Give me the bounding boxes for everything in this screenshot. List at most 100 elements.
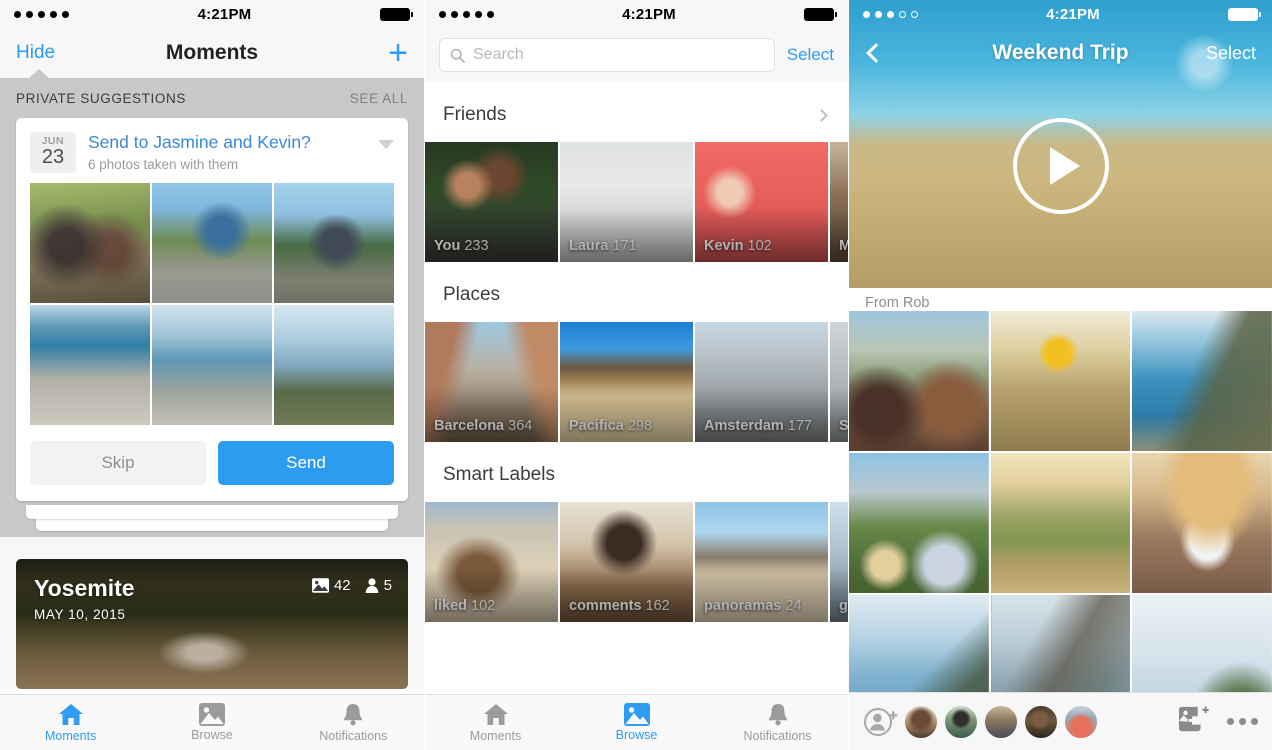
photo-thumb[interactable] <box>274 305 394 425</box>
label-count: 102 <box>471 598 496 614</box>
friends-strip[interactable]: You233 Laura171 Kevin102 Mo <box>425 142 848 262</box>
place-tile[interactable]: Sa <box>830 322 848 442</box>
hide-button[interactable]: Hide <box>16 42 55 64</box>
section-header-friends[interactable]: Friends <box>425 82 848 142</box>
place-tile[interactable]: Barcelona 364 <box>425 322 558 442</box>
label-tile[interactable]: gr <box>830 502 848 622</box>
photo-count-value: 42 <box>333 577 351 594</box>
friend-count: 102 <box>747 238 772 254</box>
place-caption: Pacifica 298 <box>569 418 652 434</box>
band-header: PRIVATE SUGGESTIONS SEE ALL <box>16 78 408 118</box>
label-tile[interactable]: comments 162 <box>560 502 693 622</box>
avatar[interactable] <box>983 703 1019 740</box>
signal-dots-icon <box>14 10 69 18</box>
chevron-right-icon[interactable] <box>815 108 828 122</box>
tab-moments[interactable]: Moments <box>0 695 141 750</box>
album-photo-count: 42 <box>311 577 351 594</box>
add-photo-icon[interactable] <box>1179 706 1209 737</box>
tab-label: Moments <box>469 728 522 743</box>
section-header-smart-labels[interactable]: Smart Labels <box>425 442 848 502</box>
add-person-icon[interactable] <box>863 704 899 740</box>
see-all-button[interactable]: SEE ALL <box>350 91 408 106</box>
chevron-down-icon[interactable] <box>378 140 394 149</box>
home-icon <box>483 703 508 725</box>
search-bar: Search Select <box>425 28 848 82</box>
play-icon[interactable] <box>1012 118 1109 214</box>
friend-tile[interactable]: You 233 <box>425 142 558 262</box>
photo-thumb[interactable] <box>30 305 150 425</box>
album-card-yosemite[interactable]: Yosemite MAY 10, 2015 42 5 <box>16 559 408 689</box>
trip-photo[interactable] <box>990 453 1131 593</box>
label-name: liked <box>434 598 468 614</box>
smart-labels-strip[interactable]: liked102 comments162 panoramas24 gr <box>425 502 848 622</box>
battery-icon <box>1227 7 1261 21</box>
tab-browse[interactable]: Browse <box>566 695 707 750</box>
search-placeholder: Search <box>473 46 524 63</box>
friend-tile[interactable]: Mo <box>830 142 848 262</box>
tab-bar-1: Moments Browse Notifications <box>0 694 424 750</box>
more-dots-icon[interactable] <box>1227 718 1258 725</box>
place-tile[interactable]: Pacifica 298 <box>560 322 693 442</box>
select-button[interactable]: Select <box>1206 43 1256 64</box>
signal-dots-icon <box>863 10 918 18</box>
tab-notifications[interactable]: Notifications <box>707 695 848 750</box>
tab-label: Notifications <box>743 728 812 743</box>
search-icon <box>450 48 465 63</box>
bell-icon <box>343 703 363 725</box>
trip-photo[interactable] <box>1132 453 1272 593</box>
photo-thumb[interactable] <box>274 183 394 303</box>
place-count: 177 <box>787 418 812 434</box>
trip-photo[interactable] <box>990 311 1131 451</box>
label-tile[interactable]: panoramas 24 <box>695 502 828 622</box>
tab-notifications[interactable]: Notifications <box>283 695 424 750</box>
panel-browse: 4:21PM Search Select Friends You 233 Lau… <box>424 0 848 750</box>
tab-moments[interactable]: Moments <box>425 695 566 750</box>
tab-label: Moments <box>44 728 97 743</box>
suggestion-card[interactable]: JUN 23 Send to Jasmine and Kevin? 6 phot… <box>16 118 408 501</box>
label-tile[interactable]: liked 102 <box>425 502 558 622</box>
card-stack-shadow-back <box>36 517 388 531</box>
suggestion-card-header: JUN 23 Send to Jasmine and Kevin? 6 phot… <box>16 118 408 183</box>
avatar[interactable] <box>943 703 979 740</box>
album-text: Yosemite MAY 10, 2015 <box>34 575 135 622</box>
select-button[interactable]: Select <box>787 45 834 65</box>
section-header-places[interactable]: Places <box>425 262 848 322</box>
skip-button[interactable]: Skip <box>30 441 206 485</box>
avatar[interactable] <box>903 703 939 740</box>
tab-browse[interactable]: Browse <box>141 695 282 750</box>
avatar[interactable] <box>1063 703 1099 740</box>
trip-photo[interactable] <box>1132 311 1272 451</box>
photo-thumb[interactable] <box>30 183 150 303</box>
from-label: From Rob <box>865 295 930 311</box>
friend-name: Kevin <box>704 238 744 254</box>
trip-photo[interactable] <box>849 311 989 451</box>
friend-tile[interactable]: Kevin 102 <box>695 142 828 262</box>
band-title: PRIVATE SUGGESTIONS <box>16 90 186 106</box>
people-count-value: 5 <box>383 577 392 594</box>
place-count: 298 <box>627 418 653 434</box>
date-day: 23 <box>41 146 65 168</box>
friend-count: 233 <box>464 238 489 254</box>
friend-name: Mo <box>839 238 848 254</box>
places-strip[interactable]: Barcelona364 Pacifica298 Amsterdam177 Sa <box>425 322 848 442</box>
nav-bar-moments: Hide Moments + <box>0 28 424 78</box>
place-count: 364 <box>508 418 533 434</box>
trip-photo[interactable] <box>849 453 989 593</box>
search-input[interactable]: Search <box>439 38 775 72</box>
send-button[interactable]: Send <box>218 441 394 485</box>
label-caption: panoramas 24 <box>704 598 802 614</box>
photo-thumb[interactable] <box>152 305 272 425</box>
tab-label: Notifications <box>319 728 388 743</box>
add-moment-button[interactable]: + <box>388 36 408 70</box>
friend-tile[interactable]: Laura 171 <box>560 142 693 262</box>
suggestion-title[interactable]: Send to Jasmine and Kevin? <box>88 132 378 154</box>
place-tile[interactable]: Amsterdam 177 <box>695 322 828 442</box>
label-caption: comments 162 <box>569 598 670 614</box>
avatar[interactable] <box>1023 703 1059 740</box>
friend-caption: Laura 171 <box>569 238 637 254</box>
status-bar-2: 4:21PM <box>425 0 848 28</box>
photo-thumb[interactable] <box>152 183 272 303</box>
friend-caption: Kevin 102 <box>704 238 772 254</box>
hero-video[interactable]: 4:21PM Weekend Trip Select <box>849 0 1272 288</box>
place-name: Barcelona <box>434 418 505 434</box>
